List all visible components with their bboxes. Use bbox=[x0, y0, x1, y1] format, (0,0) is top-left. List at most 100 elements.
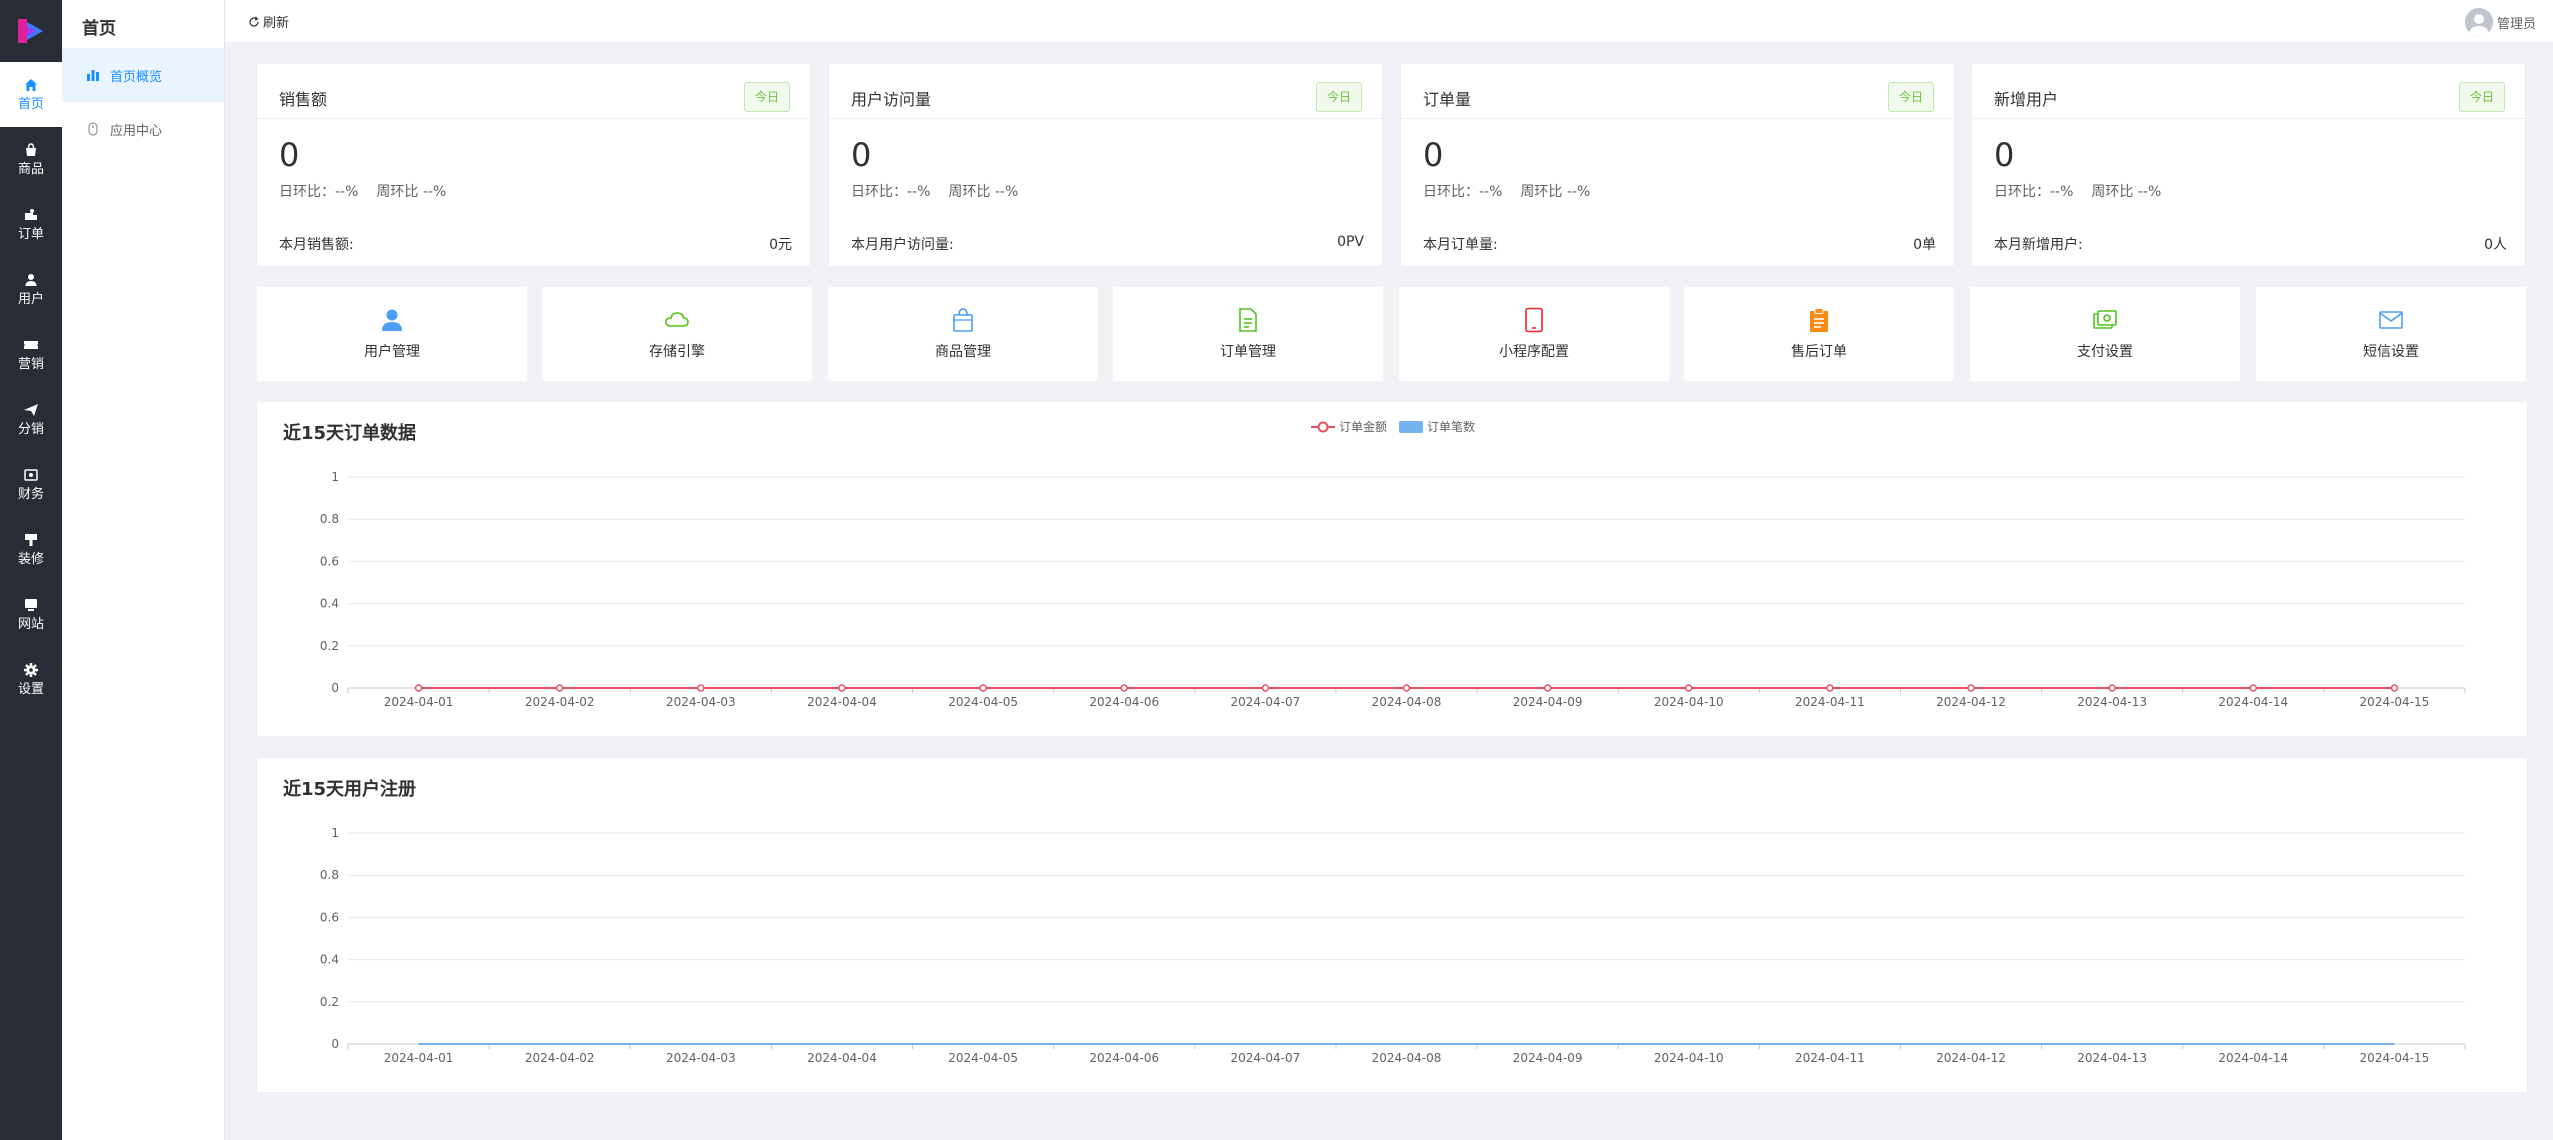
shortcut-goods-management[interactable]: 商品管理 bbox=[828, 287, 1098, 381]
day-ratio: 日环比：--% bbox=[279, 184, 359, 200]
data-point bbox=[1826, 684, 1834, 692]
month-value: 0PV bbox=[1337, 234, 1364, 250]
shortcut-label: 短信设置 bbox=[2363, 344, 2419, 360]
x-tick-label: 2024-04-12 bbox=[1936, 695, 2006, 709]
x-tick-label: 2024-04-10 bbox=[1654, 695, 1724, 709]
gear-icon bbox=[24, 663, 38, 677]
mouse-icon bbox=[88, 122, 98, 136]
data-point bbox=[1120, 684, 1128, 692]
shortcut-after-sales-orders[interactable]: 售后订单 bbox=[1684, 287, 1954, 381]
data-point bbox=[1261, 684, 1270, 692]
month-value: 0人 bbox=[2484, 237, 2507, 253]
monitor-icon bbox=[25, 599, 37, 611]
stat-card-footer: 本月用户访问量: 0PV bbox=[851, 234, 1364, 254]
shortcut-storage-engine[interactable]: 存储引擎 bbox=[542, 287, 812, 381]
subnav-item-app-center[interactable]: 应用中心 bbox=[62, 102, 224, 156]
rail-item-label: 网站 bbox=[17, 617, 44, 632]
stat-card-header: 销售额 今日 bbox=[257, 64, 810, 119]
rail-item-marketing[interactable]: 营销 bbox=[0, 322, 62, 387]
x-tick-label: 2024-04-15 bbox=[2360, 695, 2430, 709]
stat-card-header: 订单量 今日 bbox=[1401, 64, 1954, 119]
month-label: 本月用户访问量: bbox=[851, 237, 954, 253]
rail-item-label: 用户 bbox=[17, 292, 44, 307]
document-icon bbox=[1239, 308, 1257, 332]
shortcut-order-management[interactable]: 订单管理 bbox=[1113, 287, 1383, 381]
rail-item-goods[interactable]: 商品 bbox=[0, 127, 62, 192]
rail-item-decoration[interactable]: 装修 bbox=[0, 517, 62, 582]
y-tick-label: 0.4 bbox=[320, 953, 339, 967]
rail-item-finance[interactable]: 财务 bbox=[0, 452, 62, 517]
x-tick-label: 2024-04-12 bbox=[1936, 1051, 2006, 1065]
data-point bbox=[414, 684, 423, 692]
legend-item-order-amount[interactable]: 订单金额 bbox=[1311, 418, 1387, 435]
rail-item-label: 财务 bbox=[17, 487, 44, 502]
user-icon bbox=[382, 309, 402, 331]
x-tick-label: 2024-04-02 bbox=[525, 1051, 595, 1065]
shortcut-user-management[interactable]: 用户管理 bbox=[257, 287, 527, 381]
x-tick-label: 2024-04-06 bbox=[1089, 695, 1159, 709]
shortcut-payment-settings[interactable]: 支付设置 bbox=[1970, 287, 2240, 381]
rail-item-home[interactable]: 首页 bbox=[0, 62, 62, 127]
subnav-item-overview[interactable]: 首页概览 bbox=[62, 48, 224, 102]
user-menu[interactable]: 管理员 bbox=[2464, 8, 2536, 36]
y-tick-label: 0.6 bbox=[320, 554, 339, 568]
shortcut-label: 用户管理 bbox=[364, 344, 420, 360]
order-chart: 0 0.2 0.4 0.6 0.8 1 2024-04-01 2024-04-02 2024-0… bbox=[320, 470, 2466, 709]
subnav-title: 首页 bbox=[82, 19, 116, 39]
shortcut-label: 售后订单 bbox=[1791, 344, 1847, 360]
data-point bbox=[555, 684, 564, 692]
shortcut-sms-settings[interactable]: 短信设置 bbox=[2256, 287, 2526, 381]
month-label: 本月订单量: bbox=[1423, 237, 1498, 253]
data-point bbox=[2249, 684, 2258, 692]
x-tick-label: 2024-04-08 bbox=[1372, 695, 1442, 709]
refresh-icon bbox=[249, 16, 259, 27]
x-tick-label: 2024-04-04 bbox=[807, 695, 877, 709]
y-tick-label: 0.2 bbox=[320, 995, 339, 1009]
y-tick-label: 0 bbox=[331, 1037, 339, 1051]
rail-item-label: 分销 bbox=[17, 422, 44, 437]
sub-nav: 首页 首页概览 应用中心 bbox=[62, 0, 225, 1140]
app-logo[interactable] bbox=[0, 0, 62, 62]
stat-card-sales: 销售额 今日 0 日环比：--% 周环比 --% 本月销售额: 0元 bbox=[256, 63, 811, 267]
legend-bar-marker-icon bbox=[1399, 420, 1424, 433]
x-tick-label: 2024-04-04 bbox=[807, 1051, 877, 1065]
x-tick-label: 2024-04-13 bbox=[2077, 1051, 2147, 1065]
y-tick-label: 0.2 bbox=[320, 639, 339, 653]
y-tick-label: 0.8 bbox=[320, 512, 339, 526]
today-tag: 今日 bbox=[743, 82, 790, 112]
stat-card-header: 新增用户 今日 bbox=[1972, 64, 2525, 119]
rail-item-settings[interactable]: 设置 bbox=[0, 647, 62, 712]
stat-card-value: 0 bbox=[851, 136, 872, 174]
stat-card-title: 用户访问量 bbox=[851, 90, 932, 109]
rail-item-orders[interactable]: 订单 bbox=[0, 192, 62, 257]
rail-item-users[interactable]: 用户 bbox=[0, 257, 62, 322]
month-value: 0单 bbox=[1913, 237, 1936, 253]
stat-card-new-users: 新增用户 今日 0 日环比：--% 周环比 --% 本月新增用户: 0人 bbox=[1971, 63, 2526, 267]
shortcut-label: 支付设置 bbox=[2077, 344, 2133, 360]
day-ratio: 日环比：--% bbox=[851, 184, 931, 200]
y-tick-label: 0.4 bbox=[320, 597, 339, 611]
user-icon bbox=[25, 274, 37, 286]
today-tag: 今日 bbox=[1315, 82, 1362, 112]
shortcut-miniprogram-config[interactable]: 小程序配置 bbox=[1399, 287, 1669, 381]
rail-item-label: 设置 bbox=[17, 682, 44, 697]
data-point bbox=[1543, 684, 1552, 692]
x-tick-label: 2024-04-10 bbox=[1654, 1051, 1724, 1065]
stat-card-title: 订单量 bbox=[1423, 90, 1472, 109]
rail-item-website[interactable]: 网站 bbox=[0, 582, 62, 647]
today-tag: 今日 bbox=[2458, 82, 2505, 112]
legend-item-order-count[interactable]: 订单笔数 bbox=[1399, 418, 1475, 435]
rail-item-label: 订单 bbox=[17, 227, 44, 242]
week-ratio: 周环比 --% bbox=[948, 184, 1019, 200]
tablet-icon bbox=[1525, 307, 1543, 333]
week-ratio: 周环比 --% bbox=[1520, 184, 1591, 200]
rail-item-distribution[interactable]: 分销 bbox=[0, 387, 62, 452]
stat-card-title: 销售额 bbox=[279, 90, 328, 109]
month-label: 本月新增用户: bbox=[1994, 237, 2083, 253]
x-tick-label: 2024-04-14 bbox=[2218, 695, 2288, 709]
subnav-item-label: 应用中心 bbox=[110, 123, 163, 139]
top-header: 刷新 管理员 bbox=[225, 0, 2553, 42]
x-tick-label: 2024-04-03 bbox=[666, 695, 736, 709]
refresh-button[interactable]: 刷新 bbox=[248, 12, 289, 31]
x-tick-label: 2024-04-09 bbox=[1513, 695, 1583, 709]
